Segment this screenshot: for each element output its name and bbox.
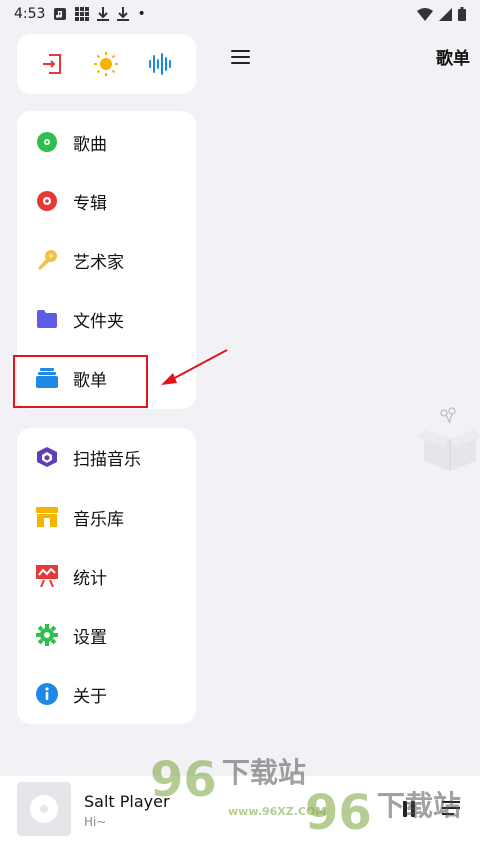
folder-icon bbox=[35, 307, 59, 331]
nav-item-music-library[interactable]: 音乐库 bbox=[17, 489, 196, 545]
album-red-icon bbox=[35, 189, 59, 213]
track-title: Salt Player bbox=[84, 792, 170, 811]
disc-green-icon bbox=[35, 130, 59, 154]
nav-item-albums[interactable]: 专辑 bbox=[17, 173, 196, 229]
hamburger-line bbox=[231, 56, 250, 58]
nav-item-scan-music[interactable]: 扫描音乐 bbox=[17, 429, 196, 485]
pause-bar bbox=[403, 801, 407, 817]
signal-icon bbox=[439, 7, 452, 21]
pause-button[interactable] bbox=[398, 798, 420, 820]
track-subtitle: Hi~ bbox=[84, 815, 107, 829]
sun-icon bbox=[94, 52, 119, 76]
gear-icon bbox=[35, 623, 59, 647]
pause-bar bbox=[411, 801, 415, 817]
nav-item-label: 统计 bbox=[73, 568, 107, 589]
nav-item-label: 扫描音乐 bbox=[73, 449, 141, 470]
theme-button[interactable] bbox=[86, 44, 126, 84]
nav-item-artists[interactable]: 艺术家 bbox=[17, 232, 196, 288]
wifi-icon bbox=[417, 7, 433, 21]
nav-item-label: 艺术家 bbox=[73, 252, 124, 273]
annotation-highlight-box bbox=[13, 355, 148, 408]
status-dot: • bbox=[137, 6, 146, 22]
hamburger-line bbox=[231, 62, 250, 64]
battery-icon bbox=[458, 7, 466, 21]
nav-item-settings[interactable]: 设置 bbox=[17, 607, 196, 663]
top-app-bar: 歌单 bbox=[214, 28, 480, 84]
grid-icon bbox=[75, 7, 90, 21]
notification-app-icon bbox=[54, 8, 67, 20]
tools-nav-card: 扫描音乐 音乐库 统计 设置 关于 bbox=[17, 428, 196, 724]
nav-item-label: 文件夹 bbox=[73, 311, 124, 332]
status-bar: 4:53 • bbox=[0, 0, 480, 28]
queue-icon[interactable] bbox=[440, 798, 462, 820]
page-title: 歌单 bbox=[436, 49, 470, 69]
nav-item-songs[interactable]: 歌曲 bbox=[17, 114, 196, 170]
exit-icon bbox=[43, 54, 62, 74]
store-icon bbox=[35, 505, 59, 529]
nav-item-about[interactable]: 关于 bbox=[17, 666, 196, 722]
nav-item-label: 歌曲 bbox=[73, 134, 107, 155]
nav-item-label: 设置 bbox=[73, 627, 107, 648]
nav-item-folders[interactable]: 文件夹 bbox=[17, 291, 196, 347]
empty-box-icon bbox=[418, 407, 480, 471]
microphone-icon bbox=[35, 248, 59, 272]
menu-button[interactable] bbox=[231, 44, 257, 70]
nav-item-label: 关于 bbox=[73, 686, 107, 707]
nav-item-statistics[interactable]: 统计 bbox=[17, 548, 196, 604]
nav-item-label: 音乐库 bbox=[73, 509, 124, 530]
scan-cube-icon bbox=[35, 445, 59, 469]
annotation-arrow bbox=[161, 349, 228, 385]
waveform-icon bbox=[148, 53, 171, 75]
disc-placeholder-icon bbox=[30, 795, 58, 823]
download-icon bbox=[97, 7, 110, 21]
equalizer-button[interactable] bbox=[141, 44, 181, 84]
hamburger-line bbox=[231, 50, 250, 52]
info-icon bbox=[35, 682, 59, 706]
nav-item-label: 专辑 bbox=[73, 193, 107, 214]
status-time: 4:53 bbox=[14, 6, 46, 22]
quick-actions-card bbox=[17, 34, 196, 94]
chart-easel-icon bbox=[35, 564, 59, 588]
mini-player[interactable]: Salt Player Hi~ bbox=[0, 776, 480, 854]
album-art[interactable] bbox=[17, 782, 71, 836]
exit-button[interactable] bbox=[32, 44, 72, 84]
download-icon bbox=[117, 7, 130, 21]
